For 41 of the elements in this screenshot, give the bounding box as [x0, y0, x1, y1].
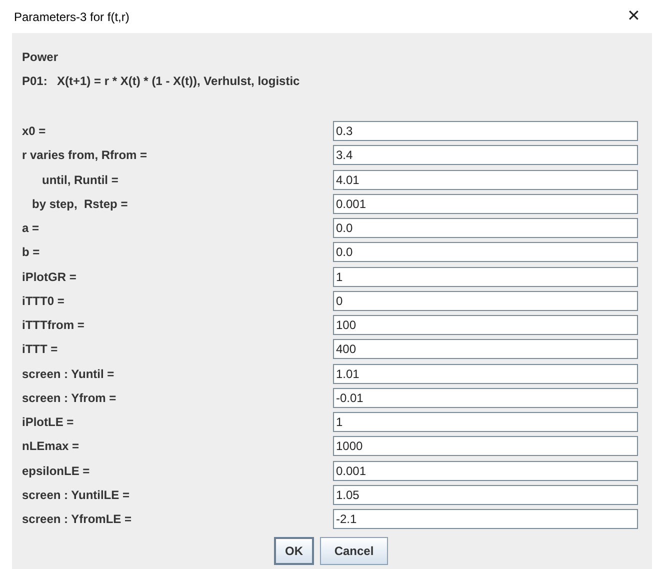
field-label: screen : Yuntil =: [22, 366, 116, 383]
input-field[interactable]: 0.0: [333, 218, 638, 238]
input-field[interactable]: 0: [333, 290, 638, 311]
field-label: screen : YfromLE =: [22, 511, 132, 528]
field-label: iTTTfrom =: [22, 317, 86, 334]
input-field[interactable]: 1.05: [333, 484, 638, 505]
field-label: by step, Rstep =: [31, 196, 129, 213]
field-label: epsilonLE =: [22, 462, 91, 480]
input-field[interactable]: 100: [333, 315, 638, 336]
field-label: iPlotLE =: [22, 414, 75, 432]
input-field[interactable]: 1: [333, 266, 638, 287]
cancel-button[interactable]: Cancel: [320, 537, 388, 566]
ok-button[interactable]: OK: [274, 537, 314, 566]
input-field[interactable]: 1: [333, 412, 638, 432]
input-field[interactable]: 1.01: [333, 364, 638, 384]
input-field[interactable]: 1000: [333, 436, 638, 456]
formula-id: P01:: [22, 73, 48, 90]
field-label: x0 =: [22, 123, 47, 140]
field-label: screen : Yfrom =: [22, 390, 118, 407]
field-label: r varies from, Rfrom =: [22, 147, 148, 164]
input-field[interactable]: 3.4: [333, 145, 638, 166]
input-field[interactable]: -2.1: [333, 509, 638, 530]
field-label: iPlotGR =: [22, 268, 78, 286]
field-label: until, Runtil =: [41, 172, 120, 189]
section-title: Power: [22, 50, 58, 64]
close-button[interactable]: ✕: [621, 8, 646, 24]
field-label: screen : YuntilLE =: [22, 486, 130, 504]
window-title: Parameters-3 for f(t,r): [14, 8, 130, 26]
input-field[interactable]: 0.0: [333, 242, 638, 262]
input-field[interactable]: 4.01: [333, 170, 638, 190]
input-field[interactable]: 0.001: [333, 194, 638, 214]
field-label: iTTT0 =: [22, 292, 66, 310]
field-label: a =: [22, 220, 40, 238]
input-field[interactable]: -0.01: [333, 388, 638, 408]
input-field[interactable]: 0.3: [333, 121, 638, 142]
input-field[interactable]: 400: [333, 339, 638, 360]
formula-text: X(t+1) = r * X(t) * (1 - X(t)), Verhulst, logistic: [57, 73, 300, 90]
field-label: nLEmax =: [22, 438, 80, 456]
field-label: iTTT =: [22, 341, 59, 358]
field-label: b =: [22, 244, 41, 262]
input-field[interactable]: 0.001: [333, 460, 638, 481]
